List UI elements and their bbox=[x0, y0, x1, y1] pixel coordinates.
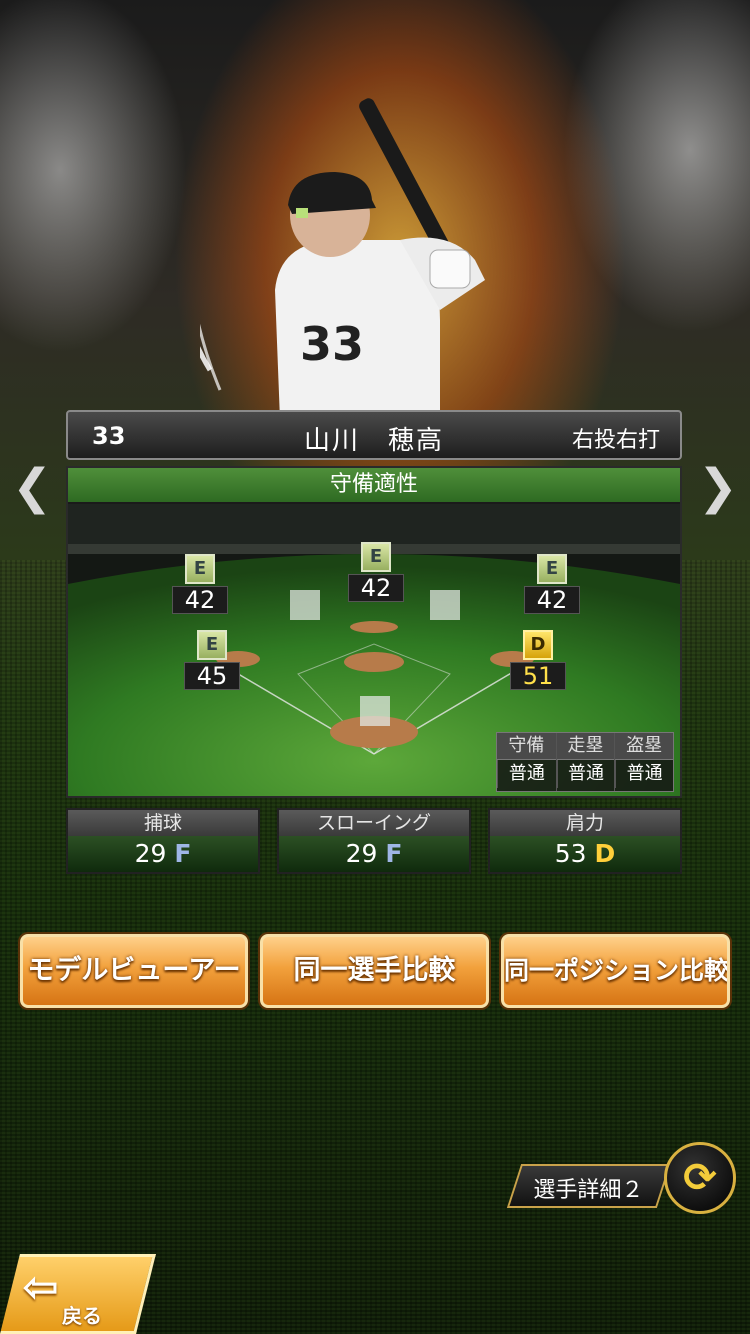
running-header: 盗塁 bbox=[615, 733, 673, 760]
stat-value: 29 bbox=[134, 839, 167, 868]
position-value: 45 bbox=[184, 662, 240, 690]
stat-label: スローイング bbox=[279, 810, 469, 836]
running-value: 普通 bbox=[615, 760, 673, 788]
grade-badge: E bbox=[197, 630, 227, 660]
stat-label: 捕球 bbox=[68, 810, 258, 836]
position-value: 42 bbox=[348, 574, 404, 602]
grade-badge: E bbox=[361, 542, 391, 572]
player-detail-label: 選手詳細２ bbox=[533, 1178, 644, 1203]
running-value: 普通 bbox=[556, 760, 615, 788]
stat-grade: F bbox=[174, 839, 192, 868]
stat-value: 53 bbox=[554, 839, 587, 868]
position-shortstop-empty[interactable] bbox=[290, 590, 320, 620]
stat-throwing: スローイング 29 F bbox=[277, 808, 471, 874]
stat-catching: 捕球 29 F bbox=[66, 808, 260, 874]
swap-arrows-icon[interactable]: ⟳ bbox=[664, 1142, 736, 1214]
position-value: 42 bbox=[524, 586, 580, 614]
stat-grade: D bbox=[594, 839, 616, 868]
grade-badge: E bbox=[185, 554, 215, 584]
stat-value-row: 29 F bbox=[68, 836, 258, 872]
throw-bat-hand: 右投右打 bbox=[571, 428, 660, 453]
position-second-base-empty[interactable] bbox=[430, 590, 460, 620]
stat-value-row: 53 D bbox=[490, 836, 680, 872]
position-first-base[interactable]: D 51 bbox=[510, 630, 566, 690]
position-catcher-empty[interactable] bbox=[360, 696, 390, 726]
player-detail-2-button[interactable]: 選手詳細２ bbox=[506, 1164, 672, 1208]
position-third-base[interactable]: E 45 bbox=[184, 630, 240, 690]
stat-arm-strength: 肩力 53 D bbox=[488, 808, 682, 874]
position-value: 42 bbox=[172, 586, 228, 614]
same-player-compare-button[interactable]: 同一選手比較 bbox=[260, 934, 489, 1008]
model-viewer-button[interactable]: モデルビューアー bbox=[20, 934, 248, 1008]
back-arrow-icon: ⇦ bbox=[22, 1262, 59, 1313]
grade-badge: D bbox=[523, 630, 553, 660]
stat-value-row: 29 F bbox=[279, 836, 469, 872]
player-image: 33 bbox=[200, 98, 485, 420]
defense-panel-title: 守備適性 bbox=[68, 468, 680, 504]
running-value: 普通 bbox=[497, 760, 556, 788]
position-value: 51 bbox=[510, 662, 566, 690]
running-header: 守備 bbox=[497, 733, 556, 760]
stadium-field: E 42 E 42 E 42 E 45 D 51 守備 普通 走塁 普通 盗塁 普通 bbox=[68, 504, 680, 796]
stat-label: 肩力 bbox=[490, 810, 680, 836]
svg-text:33: 33 bbox=[300, 317, 364, 371]
player-name-bar: 33 山川 穂高 右投右打 bbox=[66, 410, 682, 460]
next-player-chevron-right-icon[interactable]: ❯ bbox=[698, 462, 738, 512]
running-header: 走塁 bbox=[556, 733, 615, 760]
same-position-compare-button[interactable]: 同一ポジション比較 bbox=[501, 934, 730, 1008]
running-ratings-table: 守備 普通 走塁 普通 盗塁 普通 bbox=[496, 732, 674, 792]
stat-value: 29 bbox=[345, 839, 378, 868]
position-right-field[interactable]: E 42 bbox=[524, 554, 580, 614]
prev-player-chevron-left-icon[interactable]: ❮ bbox=[12, 462, 52, 512]
stat-grade: F bbox=[385, 839, 403, 868]
defense-aptitude-panel: 守備適性 E 42 E 42 E 42 E 45 D 51 守備 普通 走塁 普… bbox=[66, 466, 682, 798]
position-center-field[interactable]: E 42 bbox=[348, 542, 404, 602]
position-left-field[interactable]: E 42 bbox=[172, 554, 228, 614]
grade-badge: E bbox=[537, 554, 567, 584]
back-label: 戻る bbox=[62, 1304, 102, 1328]
